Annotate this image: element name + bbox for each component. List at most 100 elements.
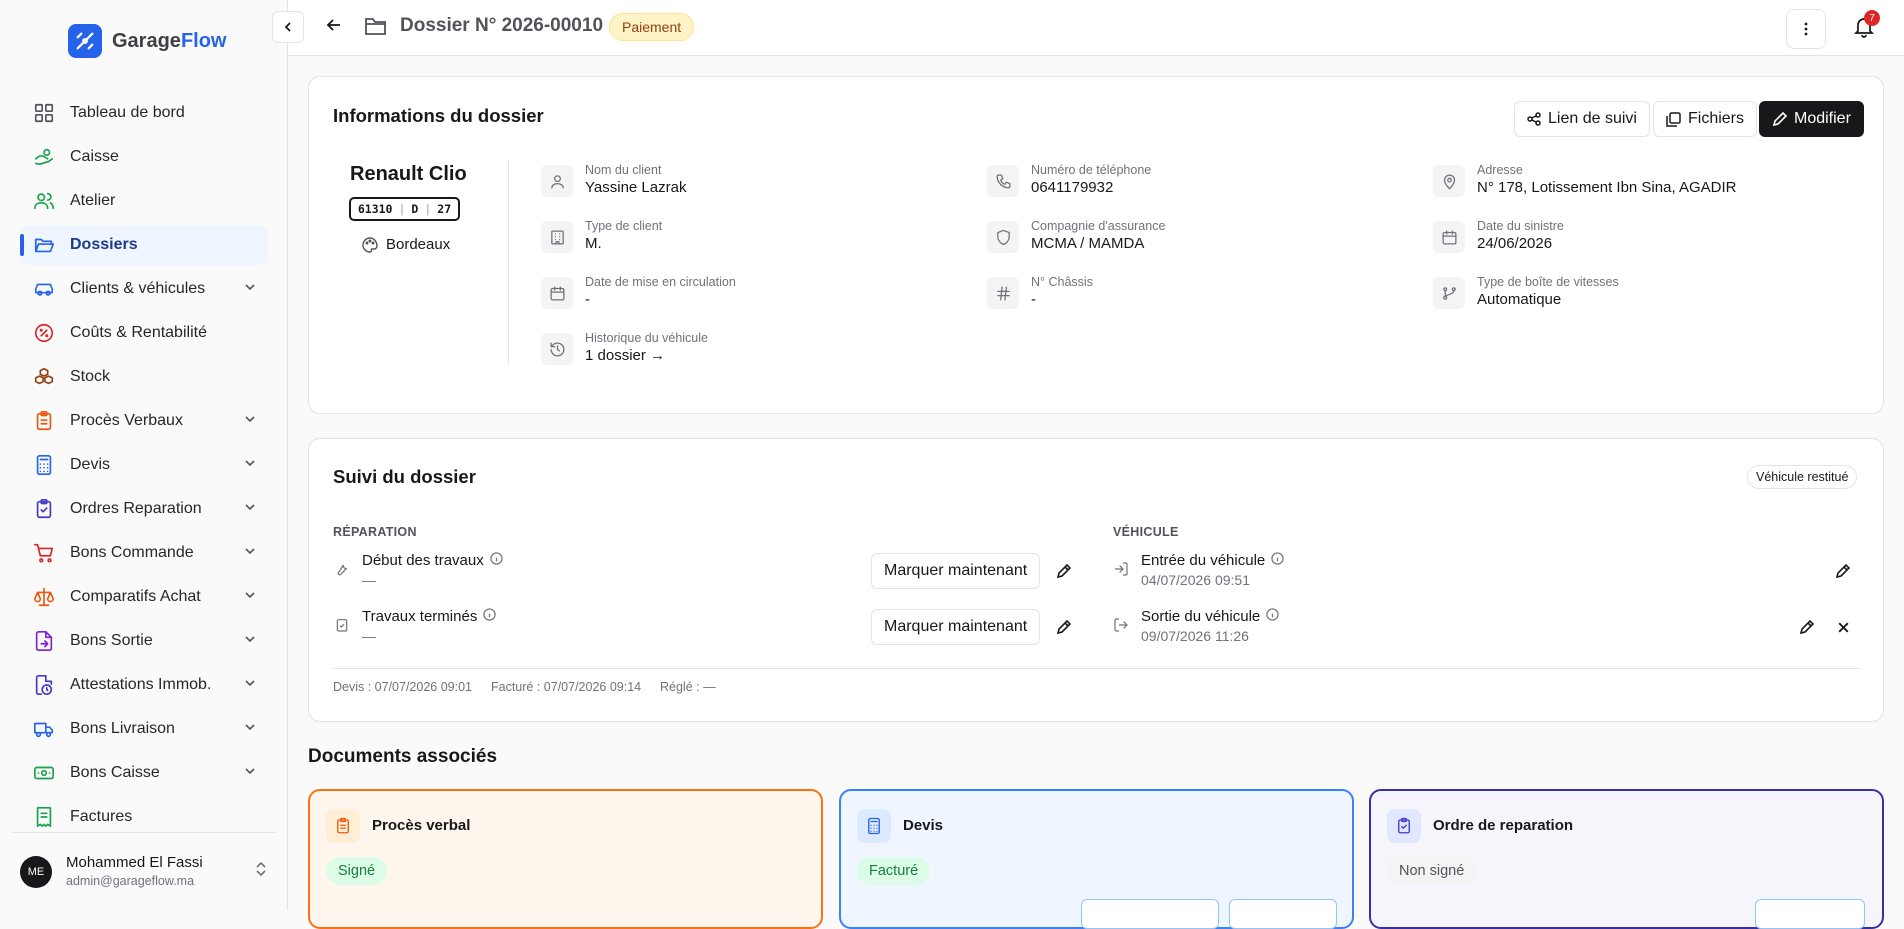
users-icon <box>32 189 56 213</box>
field-label: Type de boîte de vitesses <box>1477 275 1619 289</box>
sidebar-item-label: Atelier <box>70 192 116 209</box>
sidebar-item-stock[interactable]: Stock <box>20 357 268 397</box>
calculator-icon <box>32 453 56 477</box>
step-icon <box>1113 617 1129 638</box>
sidebar-item-bons-caisse[interactable]: Bons Caisse <box>20 753 268 793</box>
clipboard-icon <box>326 809 360 843</box>
collapse-sidebar-button[interactable] <box>272 11 304 43</box>
info-icon[interactable] <box>1266 607 1279 626</box>
vehicle-step: Sortie du véhicule 09/07/2026 11:26 <box>1113 607 1279 646</box>
sidebar-item-label: Bons Commande <box>70 544 194 561</box>
more-vertical-icon <box>1804 22 1808 36</box>
edit-button[interactable]: Modifier <box>1759 101 1864 137</box>
document-action-button[interactable] <box>1081 899 1219 929</box>
cart-icon <box>34 543 54 563</box>
chevron-down-icon <box>245 460 255 467</box>
user-menu[interactable]: ME Mohammed El Fassi admin@garageflow.ma <box>12 832 276 910</box>
phone-icon <box>987 165 1019 197</box>
chevron-down-icon[interactable] <box>244 412 256 430</box>
sidebar-item-bons-sortie[interactable]: Bons Sortie <box>20 621 268 661</box>
sidebar-item-label: Ordres Reparation <box>70 500 202 517</box>
info-icon[interactable] <box>483 607 496 626</box>
document-card[interactable]: Procès verbal Signé <box>308 789 823 929</box>
chevron-down-icon <box>245 636 255 643</box>
history-icon <box>541 333 573 365</box>
sidebar-item-label: Bons Caisse <box>70 764 160 781</box>
sidebar-item-bons-commande[interactable]: Bons Commande <box>20 533 268 573</box>
document-card[interactable]: Devis Facturé <box>839 789 1354 929</box>
chevron-down-icon[interactable] <box>244 764 256 782</box>
car-icon <box>34 283 54 296</box>
percent-icon <box>34 323 54 343</box>
info-icon[interactable] <box>1271 551 1284 570</box>
receipt-icon <box>32 805 56 829</box>
file-clock-icon <box>35 675 53 695</box>
sidebar-item-bons-livraison[interactable]: Bons Livraison <box>20 709 268 749</box>
gearbox-icon <box>1433 277 1465 309</box>
document-action-button[interactable] <box>1229 899 1337 929</box>
files-button[interactable]: Fichiers <box>1653 101 1758 137</box>
chevron-down-icon[interactable] <box>244 544 256 562</box>
mark-now-button[interactable]: Marquer maintenant <box>871 553 1041 589</box>
vehicle-history-link[interactable]: 1 dossier → <box>585 346 708 365</box>
sidebar-item-devis[interactable]: Devis <box>20 445 268 485</box>
edit-step-button[interactable] <box>1056 619 1072 640</box>
chevron-down-icon[interactable] <box>244 456 256 474</box>
calendar-icon <box>541 277 573 309</box>
edit-step-button[interactable] <box>1056 563 1072 584</box>
chevron-down-icon <box>245 680 255 687</box>
status-badge: Paiement <box>609 13 695 41</box>
step-name: Entrée du véhicule <box>1141 552 1266 569</box>
chevron-down-icon[interactable] <box>244 500 256 518</box>
document-status-badge: Non signé <box>1387 857 1477 885</box>
sidebar-item-comparatifs-achat[interactable]: Comparatifs Achat <box>20 577 268 617</box>
logo-icon <box>68 24 102 58</box>
step-name: Travaux terminés <box>362 608 478 625</box>
sidebar-item-proc-s-verbaux[interactable]: Procès Verbaux <box>20 401 268 441</box>
field-value: Yassine Lazrak <box>585 179 687 196</box>
gearbox-icon <box>1442 286 1456 300</box>
chevron-down-icon[interactable] <box>244 720 256 738</box>
sidebar-item-attestations-immob[interactable]: Attestations Immob. <box>20 665 268 705</box>
sidebar-item-atelier[interactable]: Atelier <box>20 181 268 221</box>
field-value: 24/06/2026 <box>1477 235 1553 252</box>
chevron-down-icon[interactable] <box>244 632 256 650</box>
document-name: Procès verbal <box>372 817 471 834</box>
sidebar-item-clients-v-hicules[interactable]: Clients & véhicules <box>20 269 268 309</box>
clear-step-button[interactable] <box>1837 621 1850 639</box>
info-icon <box>1266 608 1279 621</box>
tracking-link-button[interactable]: Lien de suivi <box>1514 101 1650 137</box>
payment-date: Réglé : — <box>660 680 716 694</box>
sidebar-item-co-ts-rentabilit[interactable]: Coûts & Rentabilité <box>20 313 268 353</box>
sidebar-item-tableau-de-bord[interactable]: Tableau de bord <box>20 93 268 133</box>
clipboard-check-icon <box>1398 817 1410 834</box>
sidebar-item-factures[interactable]: Factures <box>20 797 268 837</box>
chevron-down-icon[interactable] <box>244 280 256 298</box>
sidebar-item-caisse[interactable]: Caisse <box>20 137 268 177</box>
file-clock-icon <box>32 673 56 697</box>
sidebar-item-label: Caisse <box>70 148 119 165</box>
folder-open-icon <box>34 238 54 253</box>
vehicle-step: Entrée du véhicule 04/07/2026 09:51 <box>1113 551 1284 590</box>
file-export-icon <box>35 631 53 651</box>
receipt-icon <box>36 807 52 827</box>
mark-now-button[interactable]: Marquer maintenant <box>871 609 1041 645</box>
document-action-button[interactable] <box>1755 899 1865 929</box>
sidebar: GarageFlow Tableau de bord Caisse Atelier D… <box>0 0 288 910</box>
chevron-down-icon[interactable] <box>244 676 256 694</box>
clipboard-check-icon <box>336 619 348 632</box>
more-options-button[interactable] <box>1786 9 1826 49</box>
document-card[interactable]: Ordre de reparation Non signé <box>1369 789 1884 929</box>
sidebar-item-label: Bons Sortie <box>70 632 153 649</box>
cash-hand-icon <box>34 148 54 166</box>
chevron-left-icon <box>284 22 291 32</box>
calendar-icon <box>1433 221 1465 253</box>
info-icon[interactable] <box>490 551 503 570</box>
app-logo[interactable]: GarageFlow <box>68 24 226 58</box>
chevron-down-icon[interactable] <box>244 588 256 606</box>
edit-step-button[interactable] <box>1799 619 1815 640</box>
sidebar-item-dossiers[interactable]: Dossiers <box>20 225 268 265</box>
edit-step-button[interactable] <box>1835 563 1851 584</box>
sidebar-item-ordres-reparation[interactable]: Ordres Reparation <box>20 489 268 529</box>
back-arrow-icon[interactable] <box>326 17 342 38</box>
